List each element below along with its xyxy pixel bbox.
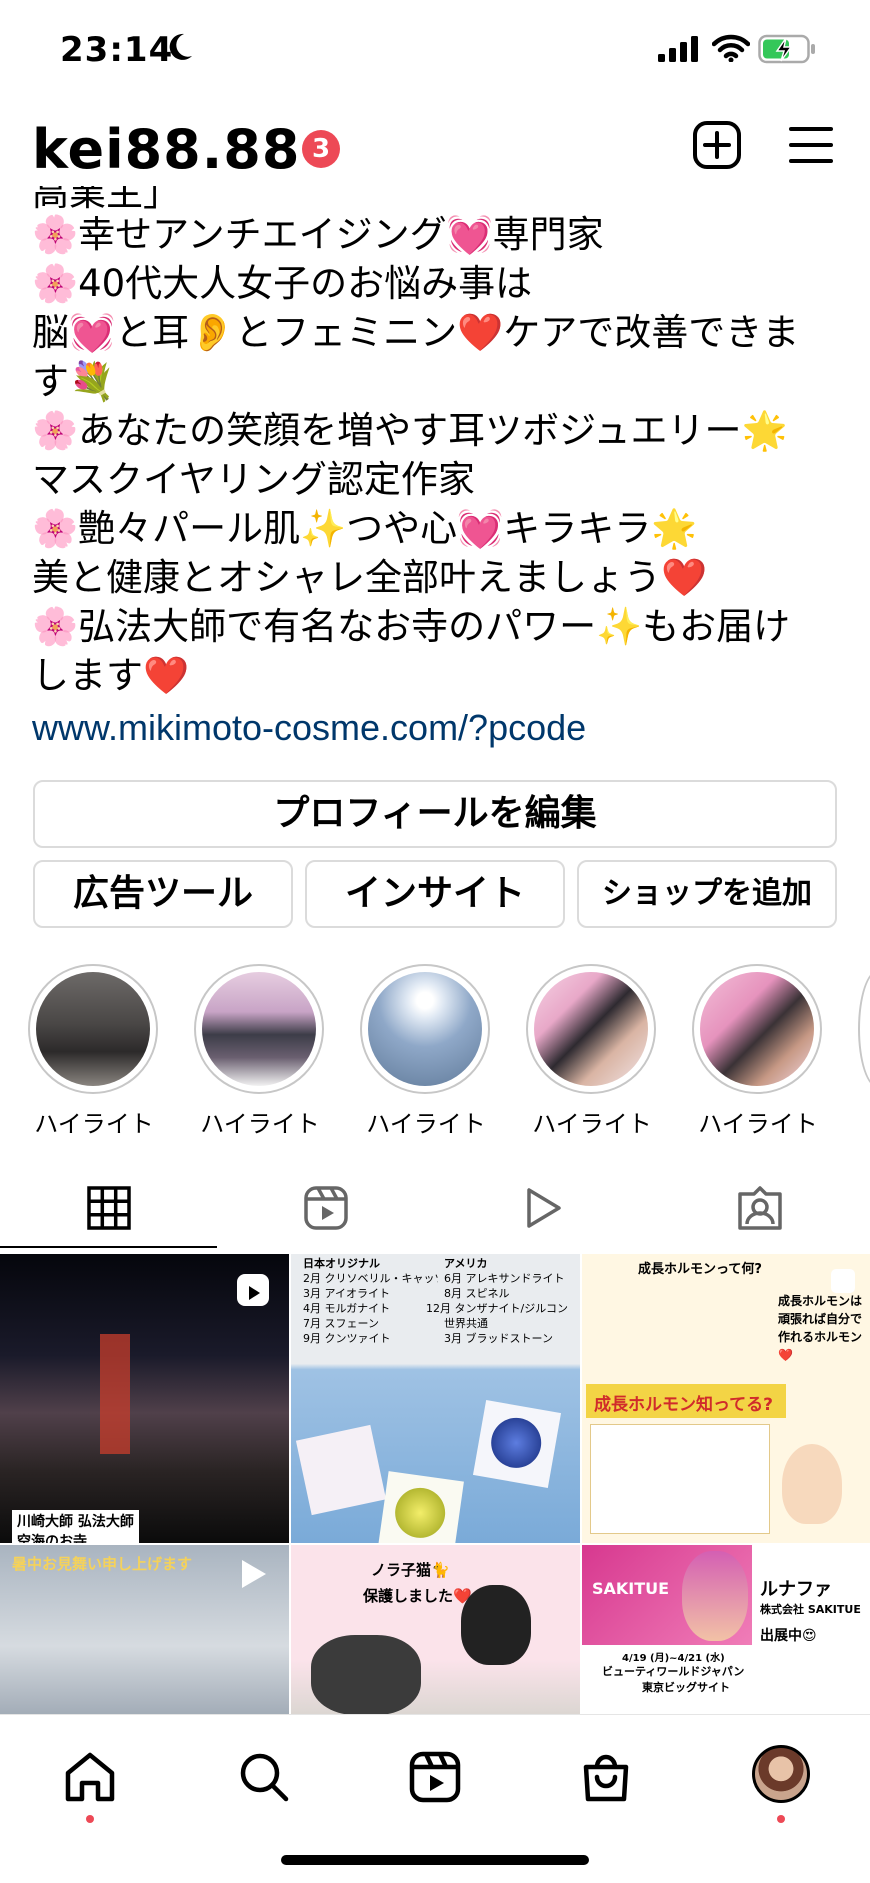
post-caption: 株式会社 SAKITUE [760, 1603, 861, 1616]
model-face [682, 1551, 748, 1641]
post-grid: 川崎大師 弘法大師 空海のお寺 日本オリジナル アメリカ 2月 クリソベリル・キャッ… [0, 1254, 870, 1714]
bio-line: 🌸あなたの笑顔を増やす耳ツボジュエリー🌟 [32, 409, 788, 452]
status-bar: 23:14 [0, 0, 870, 100]
active-tab-indicator [0, 1246, 217, 1248]
tagged-icon[interactable] [736, 1184, 784, 1232]
highlight-cover [700, 972, 814, 1086]
post-thumbnail[interactable]: 川崎大師 弘法大師 空海のお寺 [0, 1254, 289, 1543]
post-caption: 保護しました❤️ [363, 1587, 472, 1605]
post-caption: 東京ビッグサイト [642, 1681, 730, 1694]
kitten-shape [311, 1635, 421, 1714]
gem-card [295, 1424, 387, 1516]
bio-line: 美と健康とオシャレ全部叶えましょう❤️ [32, 556, 708, 599]
post-caption: 出展中😍 [760, 1628, 817, 1644]
edit-profile-button[interactable]: プロフィールを編集 [33, 780, 837, 848]
ad-tools-button[interactable]: 広告ツール [33, 860, 293, 928]
post-caption: 暑中お見舞い申し上げます [12, 1555, 193, 1573]
post-caption: 成長ホルモンは頑張れば自分で作れるホルモン❤️ [778, 1294, 863, 1362]
highlight-cover [368, 972, 482, 1086]
highlight-item[interactable]: ハイライト [526, 964, 658, 1138]
pagoda-shape [100, 1334, 130, 1454]
bio-line-clipped: 高業主」 [32, 186, 180, 210]
post-caption: 4/19 (月)~4/21 (水) [622, 1653, 725, 1664]
post-text-box [590, 1424, 770, 1534]
create-post-icon[interactable] [692, 120, 742, 170]
notification-badge[interactable]: 3 [302, 130, 340, 168]
home-notification-dot [86, 1815, 94, 1823]
post-caption: ノラ子猫🐈 [371, 1561, 450, 1579]
kitten-shape [461, 1585, 531, 1665]
bio-website-link[interactable]: www.mikimoto-cosme.com/?pcode [32, 703, 842, 752]
birthstone-table: 日本オリジナルアメリカ 2月 クリソベリル・キャッツ・アイ6月 アレキサンドライ… [303, 1257, 568, 1345]
gem-card [472, 1399, 562, 1489]
highlight-cover [202, 972, 316, 1086]
profile-avatar[interactable] [752, 1745, 810, 1803]
home-indicator [281, 1855, 589, 1865]
bio-line: 🌸弘法大師で有名なお寺のパワー✨もお届け [32, 605, 791, 648]
highlight-item[interactable]: ハイライト [692, 964, 824, 1138]
post-thumbnail[interactable]: 日本オリジナルアメリカ 2月 クリソベリル・キャッツ・アイ6月 アレキサンドライ… [291, 1254, 580, 1543]
illustration [782, 1444, 842, 1524]
bio-line: 脳💓と耳👂とフェミニン❤️ケアで改善できま [32, 311, 800, 354]
post-caption: 川崎大師 弘法大師 空海のお寺 [12, 1510, 139, 1543]
highlight-item[interactable]: ハイライト [28, 964, 160, 1138]
play-icon [242, 1560, 266, 1588]
bio-line: 🌸幸せアンチエイジング💓専門家 [32, 213, 604, 256]
post-caption: ビューティワールドジャパン [602, 1665, 745, 1678]
signal-icon [658, 36, 698, 62]
bottom-navigation [0, 1714, 870, 1883]
post-caption: ルナファ [760, 1579, 832, 1600]
highlight-label: ハイライト [200, 1110, 320, 1138]
reels-icon [237, 1274, 269, 1306]
gem-card [378, 1471, 464, 1543]
highlight-label: ハイライト [34, 1110, 154, 1138]
bio-line: す💐 [32, 360, 116, 403]
post-thumbnail[interactable]: SAKITUE ルナファ 株式会社 SAKITUE 出展中😍 4/19 (月)~… [582, 1545, 870, 1714]
add-shop-button[interactable]: ショップを追加 [577, 860, 837, 928]
status-time: 23:14 [60, 30, 174, 70]
shop-icon[interactable] [578, 1749, 634, 1805]
search-icon[interactable] [236, 1749, 292, 1805]
grid-icon[interactable] [85, 1184, 133, 1232]
username-switcher[interactable]: kei88.88 [32, 118, 300, 181]
post-banner: 成長ホルモン知ってる? [586, 1384, 786, 1418]
hamburger-menu-icon[interactable] [788, 124, 834, 166]
highlight-label: ハイライト [366, 1110, 486, 1138]
highlight-item[interactable]: ハイライト [194, 964, 326, 1138]
moon-icon [169, 33, 192, 60]
highlight-item-partial[interactable] [858, 970, 870, 1088]
highlight-label: ハイライト [698, 1110, 818, 1138]
bio-line: 🌸艶々パール肌✨つや心💓キラキラ🌟 [32, 507, 698, 550]
highlight-cover [534, 972, 648, 1086]
profile-header: kei88.88 3 [0, 110, 870, 190]
highlight-cover [36, 972, 150, 1086]
battery-icon [758, 34, 815, 64]
bio-line: マスクイヤリング認定作家 [32, 458, 475, 501]
profile-tabs [0, 1170, 870, 1250]
post-caption: SAKITUE [592, 1579, 670, 1598]
bio-line: 🌸40代大人女子のお悩み事は [32, 262, 533, 305]
highlight-item[interactable]: ハイライト [360, 964, 492, 1138]
post-caption: 成長ホルモンって何? [638, 1262, 762, 1277]
bio-line: します❤️ [32, 654, 190, 697]
reels-icon[interactable] [302, 1184, 350, 1232]
insights-button[interactable]: インサイト [305, 860, 565, 928]
post-thumbnail[interactable]: ノラ子猫🐈 保護しました❤️ [291, 1545, 580, 1714]
profile-bio: 高業主」 🌸幸せアンチエイジング💓専門家 🌸40代大人女子のお悩み事は 脳💓と耳… [32, 186, 842, 756]
profile-notification-dot [777, 1815, 785, 1823]
home-icon[interactable] [62, 1749, 118, 1805]
highlight-label: ハイライト [532, 1110, 652, 1138]
carousel-icon [832, 1561, 854, 1583]
post-thumbnail[interactable]: 暑中お見舞い申し上げます [0, 1545, 289, 1714]
play-icon[interactable] [519, 1184, 567, 1232]
post-thumbnail[interactable]: 成長ホルモンって何? 成長ホルモンは頑張れば自分で作れるホルモン❤️ 成長ホルモ… [582, 1254, 870, 1543]
wifi-icon [712, 34, 750, 62]
reels-icon[interactable] [407, 1749, 463, 1805]
